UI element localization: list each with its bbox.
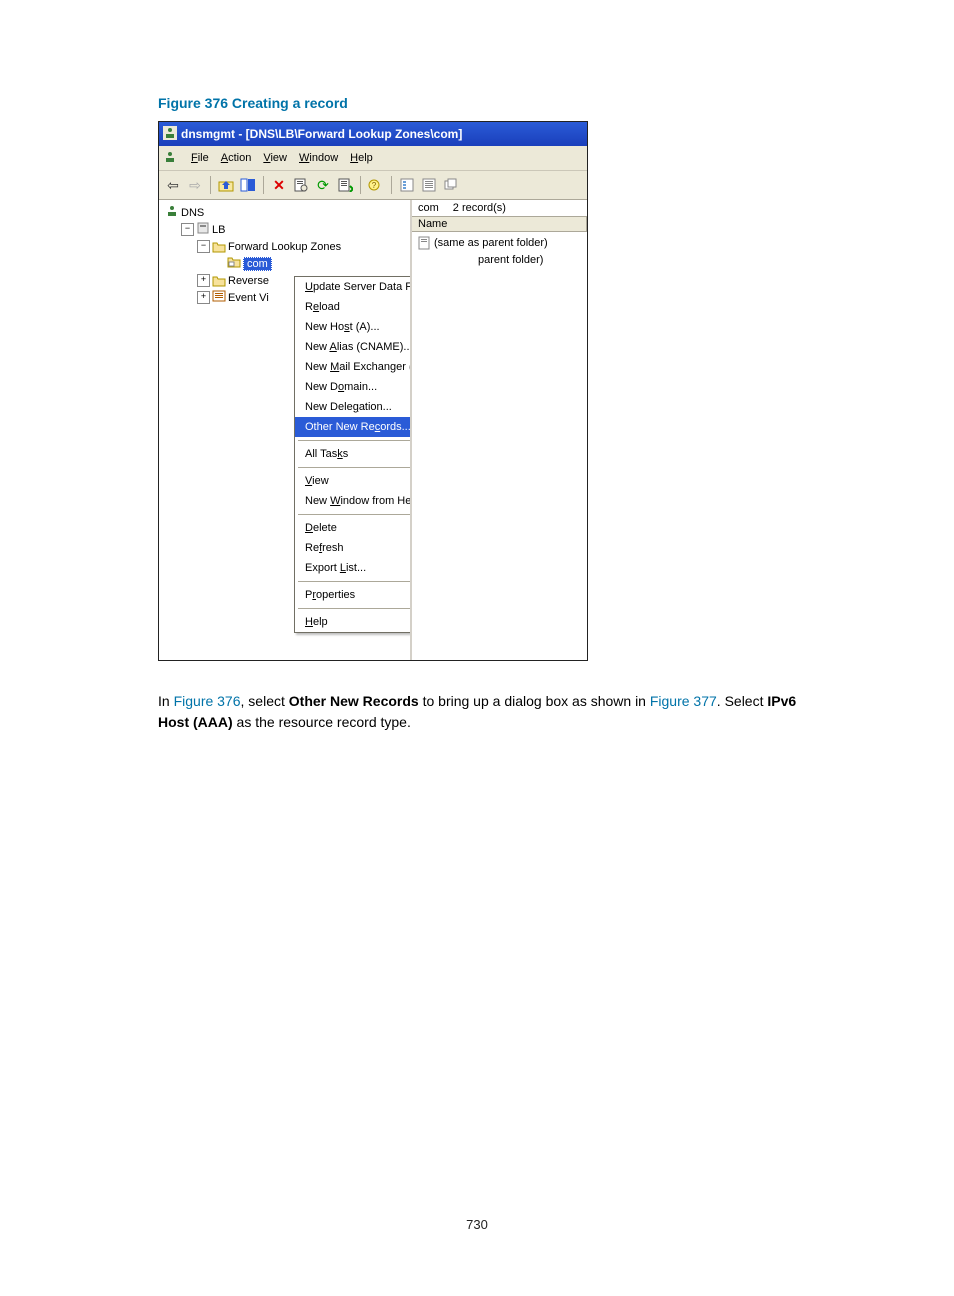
refresh-icon[interactable]: ⟳ — [313, 175, 333, 195]
forward-icon[interactable]: ⇨ — [185, 175, 205, 195]
menu-file[interactable]: File — [191, 152, 209, 164]
list-item-label: (same as parent folder) — [434, 237, 548, 249]
export-icon[interactable] — [335, 175, 355, 195]
menu-help[interactable]: Help — [350, 152, 373, 164]
menu-separator — [298, 514, 412, 515]
tree-flz-label: Forward Lookup Zones — [228, 241, 341, 253]
folder-icon — [212, 275, 226, 287]
menu-reload[interactable]: Reload — [295, 297, 412, 317]
tree-flz[interactable]: − Forward Lookup Zones — [163, 238, 410, 255]
menu-new-domain[interactable]: New Domain... — [295, 377, 412, 397]
window-title: dnsmgmt - [DNS\LB\Forward Lookup Zones\c… — [181, 127, 462, 141]
menu-refresh[interactable]: Refresh — [295, 538, 412, 558]
menu-other-new-records[interactable]: Other New Records... — [295, 417, 412, 437]
menu-new-mx[interactable]: New Mail Exchanger (MX)... — [295, 357, 412, 377]
expand-icon[interactable]: − — [197, 240, 210, 253]
menu-new-window[interactable]: New Window from Here — [295, 491, 412, 511]
column-name[interactable]: Name — [412, 217, 587, 232]
tree-com-label: com — [243, 257, 272, 271]
event-viewer-icon — [212, 290, 226, 305]
strong-other-new-records: Other New Records — [289, 693, 419, 709]
list-pane: com 2 record(s) Name (same as parent fol… — [412, 200, 587, 660]
tree-reverse-label: Reverse — [228, 275, 269, 287]
server-icon — [196, 221, 210, 238]
menu-separator — [298, 608, 412, 609]
toolbar: ⇦ ⇨ ✕ ⟳ ? — [159, 171, 587, 200]
menu-separator — [298, 467, 412, 468]
tree-lb-label: LB — [212, 224, 225, 236]
menu-view[interactable]: View — [263, 152, 287, 164]
figure-caption: Figure 376 Creating a record — [158, 95, 799, 111]
link-figure-376[interactable]: Figure 376 — [174, 693, 241, 709]
back-icon[interactable]: ⇦ — [163, 175, 183, 195]
menu-properties[interactable]: Properties — [295, 585, 412, 605]
zone-icon — [227, 256, 241, 271]
page-number: 730 — [0, 1217, 954, 1232]
list-item-partial[interactable]: parent folder) — [418, 251, 581, 268]
tree-root[interactable]: DNS — [163, 204, 410, 221]
list-icon[interactable] — [397, 175, 417, 195]
menubar: File Action View Window Help — [159, 146, 587, 171]
show-hide-icon[interactable] — [238, 175, 258, 195]
delete-icon[interactable]: ✕ — [269, 175, 289, 195]
tree-eventv-label: Event Vi — [228, 292, 269, 304]
detail-icon[interactable] — [419, 175, 439, 195]
up-folder-icon[interactable] — [216, 175, 236, 195]
titlebar: dnsmgmt - [DNS\LB\Forward Lookup Zones\c… — [159, 122, 587, 146]
menu-export-list[interactable]: Export List... — [295, 558, 412, 578]
menu-all-tasks[interactable]: All Tasks▶ — [295, 444, 412, 464]
screenshot-window: dnsmgmt - [DNS\LB\Forward Lookup Zones\c… — [158, 121, 588, 661]
dns-root-icon — [165, 204, 179, 221]
svg-text:?: ? — [372, 181, 377, 190]
expand-icon[interactable]: + — [197, 274, 210, 287]
expand-icon[interactable]: + — [197, 291, 210, 304]
menubar-app-icon — [163, 150, 177, 167]
properties-icon[interactable] — [291, 175, 311, 195]
menu-update-server-data[interactable]: Update Server Data File — [295, 277, 412, 297]
menu-view[interactable]: View▶ — [295, 471, 412, 491]
tree-pane: DNS − LB − Forward Lookup Zones com — [159, 200, 412, 660]
folder-icon — [212, 241, 226, 253]
menu-new-delegation[interactable]: New Delegation... — [295, 397, 412, 417]
menu-new-host-a[interactable]: New Host (A)... — [295, 317, 412, 337]
tree-root-label: DNS — [181, 207, 204, 219]
body-paragraph: In Figure 376, select Other New Records … — [158, 691, 799, 733]
list-item[interactable]: (same as parent folder) — [418, 234, 581, 251]
menu-separator — [298, 581, 412, 582]
help-icon[interactable]: ? — [366, 175, 386, 195]
tree-lb[interactable]: − LB — [163, 221, 410, 238]
menu-window[interactable]: Window — [299, 152, 338, 164]
list-summary-zone: com — [418, 202, 439, 214]
list-summary-count: 2 record(s) — [453, 202, 506, 214]
menu-new-alias-cname[interactable]: New Alias (CNAME)... — [295, 337, 412, 357]
app-icon — [163, 126, 177, 143]
body-area: DNS − LB − Forward Lookup Zones com — [159, 200, 587, 660]
menu-delete[interactable]: Delete — [295, 518, 412, 538]
context-menu: Update Server Data File Reload New Host … — [294, 276, 412, 633]
record-icon — [418, 236, 430, 250]
menu-help-ctx[interactable]: Help — [295, 612, 412, 632]
list-item-label-partial: parent folder) — [478, 254, 543, 266]
menu-separator — [298, 440, 412, 441]
link-figure-377[interactable]: Figure 377 — [650, 693, 717, 709]
cascade-icon[interactable] — [441, 175, 461, 195]
expand-icon[interactable]: − — [181, 223, 194, 236]
list-summary: com 2 record(s) — [412, 200, 587, 217]
menu-action[interactable]: Action — [221, 152, 252, 164]
tree-com[interactable]: com — [163, 255, 410, 272]
